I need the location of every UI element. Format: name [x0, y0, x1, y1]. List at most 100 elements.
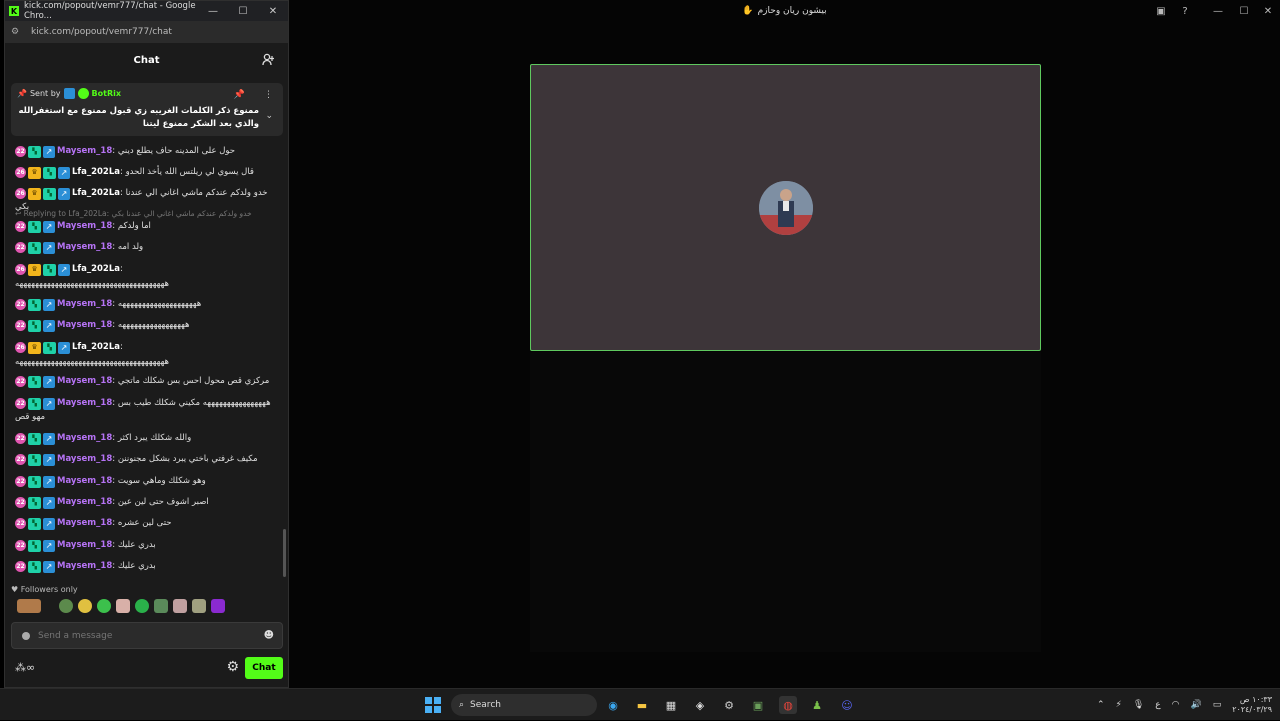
subscriber-badge-icon: 26: [15, 187, 26, 199]
more-options-icon[interactable]: ⋮: [264, 90, 273, 100]
chat-message: 22 ▚ ↗ Maysem_18: وهو شكلك وماهي سويت: [15, 475, 283, 489]
video-call-tile[interactable]: [530, 64, 1041, 351]
message-text: بدري عليك: [117, 561, 156, 571]
minimize-icon[interactable]: —: [198, 6, 228, 17]
emote-5-icon[interactable]: [116, 599, 130, 613]
close-icon[interactable]: ✕: [1260, 3, 1276, 19]
message-username[interactable]: Maysem_18: [57, 454, 112, 464]
maximize-icon[interactable]: ☐: [1236, 3, 1252, 19]
chat-scrollbar[interactable]: [283, 529, 286, 577]
emote-3-icon[interactable]: [78, 599, 92, 613]
window-title: kick.com/popout/vemr777/chat - Google Ch…: [24, 1, 196, 21]
app-icon[interactable]: ◈: [691, 696, 709, 714]
chat-message: 22 ▚ ↗ Maysem_18: ههههههههههههههههههههه: [15, 298, 283, 312]
og-badge-icon: ▚: [28, 375, 41, 388]
system-tray: ⌃ ⚡ 🎙 ع ◠ 🔊 ▭ ١٠:٣٣ ص ٢٠٢٤/٠٣/٢٩: [1097, 689, 1280, 721]
emote-4-icon[interactable]: [97, 599, 111, 613]
message-username[interactable]: Maysem_18: [57, 540, 112, 550]
microphone-icon[interactable]: 🎙: [1133, 700, 1144, 710]
gear-icon[interactable]: ⚙: [226, 659, 239, 675]
message-username[interactable]: Lfa_202La: [72, 264, 120, 274]
message-username[interactable]: Maysem_18: [57, 320, 112, 330]
subscriber-badge-icon: 22: [15, 241, 26, 253]
crown-badge-icon: ♛: [28, 341, 41, 354]
volume-icon[interactable]: 🔊: [1191, 700, 1202, 710]
subscriber-badge-icon: 22: [15, 298, 26, 310]
message-username[interactable]: Maysem_18: [57, 398, 112, 408]
emote-1-icon[interactable]: [17, 599, 41, 613]
message-username[interactable]: Maysem_18: [57, 561, 112, 571]
emote-10-icon[interactable]: [211, 599, 225, 613]
user-badges: 22 ▚ ↗: [15, 241, 55, 254]
message-username[interactable]: Lfa_202La: [72, 188, 120, 198]
site-info-icon[interactable]: ⚙: [11, 27, 23, 37]
subscriber-badge-icon: 22: [15, 220, 26, 232]
game-icon[interactable]: ♟: [808, 696, 826, 714]
send-chat-button[interactable]: Chat: [245, 657, 283, 679]
taskbar-search[interactable]: ⌕ Search: [451, 694, 597, 716]
chevron-down-icon[interactable]: ⌄: [265, 111, 273, 121]
pinned-username[interactable]: BotRix: [92, 89, 121, 98]
og-badge-icon: ▚: [28, 496, 41, 509]
image-app-icon[interactable]: ▣: [749, 696, 767, 714]
og-badge-icon: ▚: [43, 263, 56, 276]
store-icon[interactable]: ▦: [662, 696, 680, 714]
wifi-icon[interactable]: ◠: [1172, 700, 1180, 710]
unpin-icon[interactable]: 📌: [234, 90, 245, 100]
chrome-icon[interactable]: ◍: [779, 696, 797, 714]
chat-mode-icon[interactable]: [22, 631, 30, 640]
message-text: والله شكلك يبرد اكثر: [117, 433, 192, 443]
emoji-icon[interactable]: ☻: [264, 630, 274, 641]
og-badge-icon: ▚: [28, 539, 41, 552]
arrow-badge-icon: ↗: [43, 298, 55, 311]
message-username[interactable]: Maysem_18: [57, 518, 112, 528]
emote-8-icon[interactable]: [173, 599, 187, 613]
message-username[interactable]: Maysem_18: [57, 497, 112, 507]
edge-icon[interactable]: ◉: [604, 696, 622, 714]
input-language[interactable]: ع: [1155, 700, 1160, 710]
windows-start-icon[interactable]: [425, 697, 441, 713]
settings-app-icon[interactable]: ⚙: [720, 696, 738, 714]
pinned-message[interactable]: 📌 Sent by BotRix 📌 ⋮ ⌄ ممنوع ذكر الكلمات…: [11, 83, 283, 136]
emote-9-icon[interactable]: [192, 599, 206, 613]
file-explorer-icon[interactable]: ▬: [633, 696, 651, 714]
chat-message: 22 ▚ ↗ Maysem_18: حتى لين عشره: [15, 517, 283, 531]
emote-6-icon[interactable]: [135, 599, 149, 613]
help-icon[interactable]: ?: [1177, 3, 1193, 19]
chevron-up-icon[interactable]: ⌃: [1097, 700, 1105, 710]
maximize-icon[interactable]: ☐: [228, 6, 258, 17]
address-bar[interactable]: ⚙ kick.com/popout/vemr777/chat: [5, 21, 288, 43]
message-text: بدري عليك: [117, 540, 156, 550]
chat-message-input[interactable]: [38, 630, 248, 641]
reply-text[interactable]: ↩ Replying to Lfa_202La: خدو ولدكم عندكم…: [15, 209, 252, 218]
emote-7-icon[interactable]: [154, 599, 168, 613]
message-username[interactable]: Maysem_18: [57, 476, 112, 486]
message-username[interactable]: Lfa_202La: [72, 167, 120, 177]
network-icon[interactable]: ⚡: [1116, 700, 1122, 710]
emote-2-icon[interactable]: [59, 599, 73, 613]
clock[interactable]: ١٠:٣٣ ص ٢٠٢٤/٠٣/٢٩: [1232, 695, 1272, 715]
discord-icon[interactable]: ☺: [838, 696, 856, 714]
message-username[interactable]: Maysem_18: [57, 221, 112, 231]
battery-icon[interactable]: ▭: [1213, 700, 1222, 710]
minimize-icon[interactable]: —: [1210, 3, 1226, 19]
chat-message: 26 ♛ ▚ ↗ Lfa_202La: قال يسوي لي ريلتس الله ي…: [15, 166, 283, 180]
url-text[interactable]: kick.com/popout/vemr777/chat: [31, 27, 172, 37]
subscriber-badge-icon: 26: [15, 166, 26, 178]
user-badges: 26 ♛ ▚ ↗: [15, 263, 70, 276]
chat-popout-window: K kick.com/popout/vemr777/chat - Google …: [4, 0, 289, 688]
og-badge-icon: ▚: [28, 517, 41, 530]
arrow-badge-icon: ↗: [43, 145, 55, 158]
chat-input-container[interactable]: ☻: [11, 622, 283, 649]
close-icon[interactable]: ✕: [258, 6, 288, 17]
message-username[interactable]: Maysem_18: [57, 242, 112, 252]
message-username[interactable]: Maysem_18: [57, 376, 112, 386]
message-username[interactable]: Lfa_202La: [72, 342, 120, 352]
picture-in-picture-icon[interactable]: ▣: [1153, 3, 1169, 19]
og-badge-icon: ▚: [28, 560, 41, 573]
message-username[interactable]: Maysem_18: [57, 299, 112, 309]
user-settings-icon[interactable]: [262, 53, 276, 67]
kick-points-icon[interactable]: ⁂∞: [15, 661, 35, 674]
message-username[interactable]: Maysem_18: [57, 146, 112, 156]
message-username[interactable]: Maysem_18: [57, 433, 112, 443]
